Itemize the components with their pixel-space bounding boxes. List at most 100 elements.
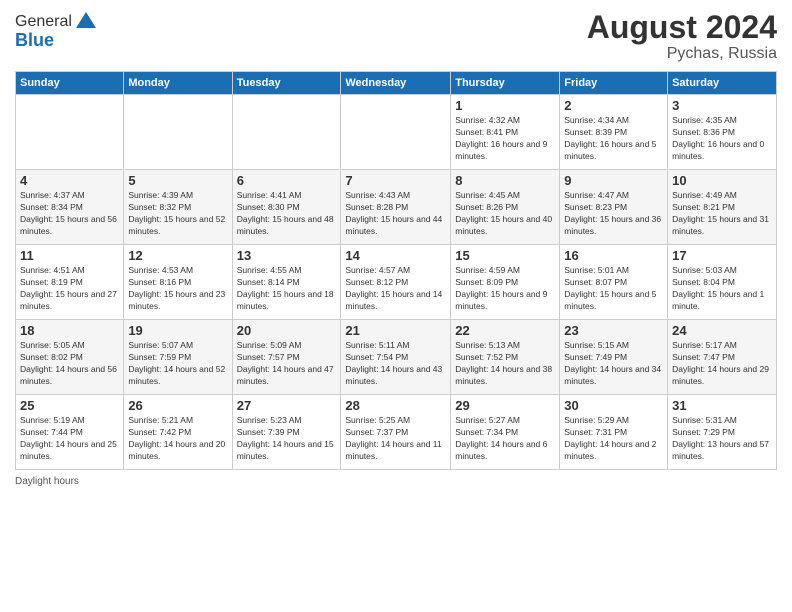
page-header: General Blue August 2024 Pychas, Russia bbox=[15, 10, 777, 63]
day-detail: Sunrise: 4:37 AM Sunset: 8:34 PM Dayligh… bbox=[20, 190, 119, 238]
col-thursday: Thursday bbox=[451, 72, 560, 95]
col-sunday: Sunday bbox=[16, 72, 124, 95]
day-detail: Sunrise: 5:23 AM Sunset: 7:39 PM Dayligh… bbox=[237, 415, 337, 463]
day-number: 22 bbox=[455, 323, 555, 338]
day-number: 13 bbox=[237, 248, 337, 263]
day-number: 3 bbox=[672, 98, 772, 113]
table-row bbox=[232, 95, 341, 170]
day-number: 9 bbox=[564, 173, 663, 188]
day-number: 18 bbox=[20, 323, 119, 338]
table-row: 19 Sunrise: 5:07 AM Sunset: 7:59 PM Dayli… bbox=[124, 320, 232, 395]
table-row bbox=[16, 95, 124, 170]
day-number: 14 bbox=[345, 248, 446, 263]
table-row: 28 Sunrise: 5:25 AM Sunset: 7:37 PM Dayli… bbox=[341, 395, 451, 470]
day-detail: Sunrise: 4:51 AM Sunset: 8:19 PM Dayligh… bbox=[20, 265, 119, 313]
day-number: 17 bbox=[672, 248, 772, 263]
day-detail: Sunrise: 4:41 AM Sunset: 8:30 PM Dayligh… bbox=[237, 190, 337, 238]
col-wednesday: Wednesday bbox=[341, 72, 451, 95]
table-row: 18 Sunrise: 5:05 AM Sunset: 8:02 PM Dayli… bbox=[16, 320, 124, 395]
day-detail: Sunrise: 4:59 AM Sunset: 8:09 PM Dayligh… bbox=[455, 265, 555, 313]
day-detail: Sunrise: 4:34 AM Sunset: 8:39 PM Dayligh… bbox=[564, 115, 663, 163]
day-number: 1 bbox=[455, 98, 555, 113]
day-detail: Sunrise: 4:35 AM Sunset: 8:36 PM Dayligh… bbox=[672, 115, 772, 163]
table-row: 17 Sunrise: 5:03 AM Sunset: 8:04 PM Dayli… bbox=[668, 245, 777, 320]
day-number: 21 bbox=[345, 323, 446, 338]
table-row: 21 Sunrise: 5:11 AM Sunset: 7:54 PM Dayli… bbox=[341, 320, 451, 395]
day-number: 6 bbox=[237, 173, 337, 188]
day-detail: Sunrise: 5:29 AM Sunset: 7:31 PM Dayligh… bbox=[564, 415, 663, 463]
table-row: 5 Sunrise: 4:39 AM Sunset: 8:32 PM Daylig… bbox=[124, 170, 232, 245]
day-detail: Sunrise: 4:49 AM Sunset: 8:21 PM Dayligh… bbox=[672, 190, 772, 238]
day-detail: Sunrise: 5:25 AM Sunset: 7:37 PM Dayligh… bbox=[345, 415, 446, 463]
day-detail: Sunrise: 5:01 AM Sunset: 8:07 PM Dayligh… bbox=[564, 265, 663, 313]
col-monday: Monday bbox=[124, 72, 232, 95]
table-row: 8Sunrise: 4:45 AM Sunset: 8:26 PM Daylig… bbox=[451, 170, 560, 245]
day-detail: Sunrise: 4:39 AM Sunset: 8:32 PM Dayligh… bbox=[128, 190, 227, 238]
table-row: 22Sunrise: 5:13 AM Sunset: 7:52 PM Dayli… bbox=[451, 320, 560, 395]
table-row: 12Sunrise: 4:53 AM Sunset: 8:16 PM Dayli… bbox=[124, 245, 232, 320]
calendar-week-row: 4 Sunrise: 4:37 AM Sunset: 8:34 PM Daylig… bbox=[16, 170, 777, 245]
table-row: 29Sunrise: 5:27 AM Sunset: 7:34 PM Dayli… bbox=[451, 395, 560, 470]
day-number: 26 bbox=[128, 398, 227, 413]
day-number: 31 bbox=[672, 398, 772, 413]
calendar-week-row: 1Sunrise: 4:32 AM Sunset: 8:41 PM Daylig… bbox=[16, 95, 777, 170]
footer-label: Daylight hours bbox=[15, 476, 79, 487]
table-row: 20 Sunrise: 5:09 AM Sunset: 7:57 PM Dayli… bbox=[232, 320, 341, 395]
day-detail: Sunrise: 5:31 AM Sunset: 7:29 PM Dayligh… bbox=[672, 415, 772, 463]
logo: General Blue bbox=[15, 10, 98, 51]
table-row: 31 Sunrise: 5:31 AM Sunset: 7:29 PM Dayli… bbox=[668, 395, 777, 470]
day-number: 2 bbox=[564, 98, 663, 113]
day-number: 16 bbox=[564, 248, 663, 263]
table-row: 4 Sunrise: 4:37 AM Sunset: 8:34 PM Daylig… bbox=[16, 170, 124, 245]
table-row: 25Sunrise: 5:19 AM Sunset: 7:44 PM Dayli… bbox=[16, 395, 124, 470]
table-row: 11 Sunrise: 4:51 AM Sunset: 8:19 PM Dayli… bbox=[16, 245, 124, 320]
day-number: 7 bbox=[345, 173, 446, 188]
day-detail: Sunrise: 4:55 AM Sunset: 8:14 PM Dayligh… bbox=[237, 265, 337, 313]
table-row: 24 Sunrise: 5:17 AM Sunset: 7:47 PM Dayli… bbox=[668, 320, 777, 395]
day-number: 5 bbox=[128, 173, 227, 188]
day-detail: Sunrise: 4:43 AM Sunset: 8:28 PM Dayligh… bbox=[345, 190, 446, 238]
day-number: 8 bbox=[455, 173, 555, 188]
table-row bbox=[341, 95, 451, 170]
day-detail: Sunrise: 5:17 AM Sunset: 7:47 PM Dayligh… bbox=[672, 340, 772, 388]
day-number: 19 bbox=[128, 323, 227, 338]
day-number: 4 bbox=[20, 173, 119, 188]
day-detail: Sunrise: 5:05 AM Sunset: 8:02 PM Dayligh… bbox=[20, 340, 119, 388]
day-detail: Sunrise: 5:27 AM Sunset: 7:34 PM Dayligh… bbox=[455, 415, 555, 463]
table-row: 3 Sunrise: 4:35 AM Sunset: 8:36 PM Daylig… bbox=[668, 95, 777, 170]
table-row: 13 Sunrise: 4:55 AM Sunset: 8:14 PM Dayli… bbox=[232, 245, 341, 320]
day-detail: Sunrise: 5:07 AM Sunset: 7:59 PM Dayligh… bbox=[128, 340, 227, 388]
day-number: 23 bbox=[564, 323, 663, 338]
day-number: 30 bbox=[564, 398, 663, 413]
table-row: 27Sunrise: 5:23 AM Sunset: 7:39 PM Dayli… bbox=[232, 395, 341, 470]
table-row: 26 Sunrise: 5:21 AM Sunset: 7:42 PM Dayli… bbox=[124, 395, 232, 470]
day-number: 24 bbox=[672, 323, 772, 338]
col-saturday: Saturday bbox=[668, 72, 777, 95]
table-row: 2 Sunrise: 4:34 AM Sunset: 8:39 PM Daylig… bbox=[560, 95, 668, 170]
day-detail: Sunrise: 5:11 AM Sunset: 7:54 PM Dayligh… bbox=[345, 340, 446, 388]
logo-general-text: General bbox=[15, 13, 72, 31]
day-detail: Sunrise: 5:09 AM Sunset: 7:57 PM Dayligh… bbox=[237, 340, 337, 388]
table-row: 6 Sunrise: 4:41 AM Sunset: 8:30 PM Daylig… bbox=[232, 170, 341, 245]
table-row: 1Sunrise: 4:32 AM Sunset: 8:41 PM Daylig… bbox=[451, 95, 560, 170]
title-block: August 2024 Pychas, Russia bbox=[587, 10, 777, 63]
col-tuesday: Tuesday bbox=[232, 72, 341, 95]
calendar-header-row: Sunday Monday Tuesday Wednesday Thursday… bbox=[16, 72, 777, 95]
logo-icon bbox=[74, 10, 98, 34]
table-row: 14Sunrise: 4:57 AM Sunset: 8:12 PM Dayli… bbox=[341, 245, 451, 320]
day-detail: Sunrise: 4:53 AM Sunset: 8:16 PM Dayligh… bbox=[128, 265, 227, 313]
day-number: 10 bbox=[672, 173, 772, 188]
day-detail: Sunrise: 5:03 AM Sunset: 8:04 PM Dayligh… bbox=[672, 265, 772, 313]
day-detail: Sunrise: 4:47 AM Sunset: 8:23 PM Dayligh… bbox=[564, 190, 663, 238]
day-detail: Sunrise: 5:21 AM Sunset: 7:42 PM Dayligh… bbox=[128, 415, 227, 463]
day-number: 20 bbox=[237, 323, 337, 338]
day-number: 15 bbox=[455, 248, 555, 263]
calendar-week-row: 25Sunrise: 5:19 AM Sunset: 7:44 PM Dayli… bbox=[16, 395, 777, 470]
table-row bbox=[124, 95, 232, 170]
day-number: 25 bbox=[20, 398, 119, 413]
location-title: Pychas, Russia bbox=[587, 45, 777, 63]
day-detail: Sunrise: 5:15 AM Sunset: 7:49 PM Dayligh… bbox=[564, 340, 663, 388]
calendar-week-row: 11 Sunrise: 4:51 AM Sunset: 8:19 PM Dayli… bbox=[16, 245, 777, 320]
day-number: 11 bbox=[20, 248, 119, 263]
day-number: 28 bbox=[345, 398, 446, 413]
